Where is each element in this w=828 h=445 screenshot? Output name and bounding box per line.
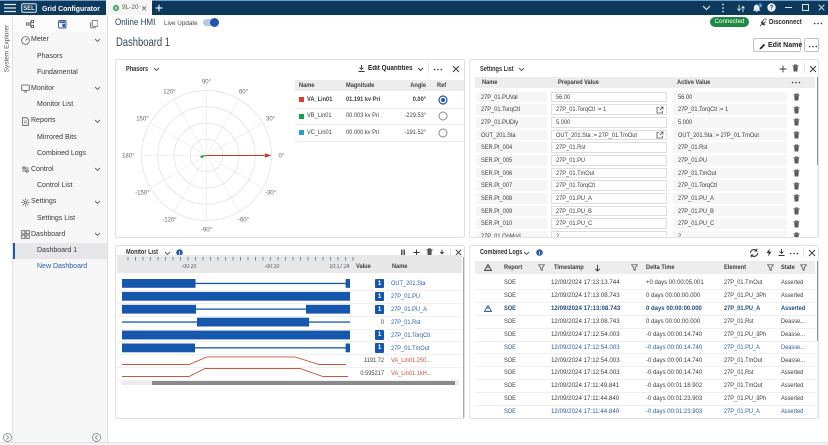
svg-text:-60°: -60° <box>238 218 250 224</box>
svg-text:30°: 30° <box>266 117 276 123</box>
svg-text:0°: 0° <box>279 154 285 160</box>
svg-text:-120°: -120° <box>162 218 177 224</box>
svg-text:1: 1 <box>759 4 761 8</box>
svg-text:SEL: SEL <box>23 6 35 12</box>
svg-text:120°: 120° <box>163 89 176 95</box>
svg-text:60°: 60° <box>239 89 249 95</box>
svg-text:-150°: -150° <box>135 191 150 197</box>
svg-text:-90°: -90° <box>201 228 213 234</box>
svg-text:90°: 90° <box>202 80 212 86</box>
svg-text:150°: 150° <box>136 117 149 123</box>
svg-text:-30°: -30° <box>265 191 277 197</box>
svg-text:180°: 180° <box>122 154 135 160</box>
svg-text:?: ? <box>770 5 774 12</box>
